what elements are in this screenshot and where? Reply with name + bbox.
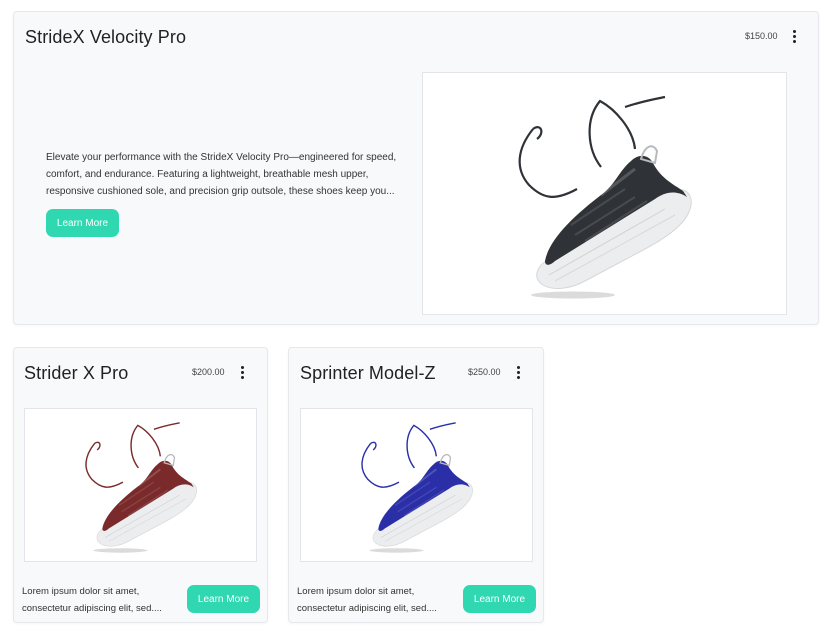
product-description: Elevate your performance with the Stride… [46, 152, 397, 197]
product-description: Lorem ipsum dolor sit amet, consectetur … [22, 586, 162, 614]
learn-more-button[interactable]: Learn More [187, 585, 260, 613]
product-price: $150.00 [745, 31, 778, 41]
learn-more-button[interactable]: Learn More [46, 209, 119, 237]
product-card: Sprinter Model-Z $250.00 Lorem ipsum dol… [288, 347, 544, 623]
product-price: $250.00 [468, 367, 501, 377]
sneaker-image-icon [518, 95, 692, 299]
product-title: StrideX Velocity Pro [25, 27, 187, 47]
sneaker-image-icon [85, 422, 197, 553]
more-options-icon[interactable] [235, 364, 249, 380]
product-price: $200.00 [192, 367, 225, 377]
product-description: Lorem ipsum dolor sit amet, consectetur … [297, 586, 437, 614]
product-image [300, 408, 533, 562]
product-title: Sprinter Model-Z [300, 363, 436, 383]
product-card: Strider X Pro $200.00 Lorem ipsum dolor … [13, 347, 268, 623]
product-image [24, 408, 257, 562]
product-image [422, 72, 787, 315]
sneaker-image-icon [361, 422, 473, 553]
featured-product-card: StrideX Velocity Pro $150.00 Elevate you… [13, 11, 819, 325]
learn-more-button[interactable]: Learn More [463, 585, 536, 613]
more-options-icon[interactable] [511, 364, 525, 380]
product-title: Strider X Pro [24, 363, 129, 383]
more-options-icon[interactable] [787, 28, 801, 44]
